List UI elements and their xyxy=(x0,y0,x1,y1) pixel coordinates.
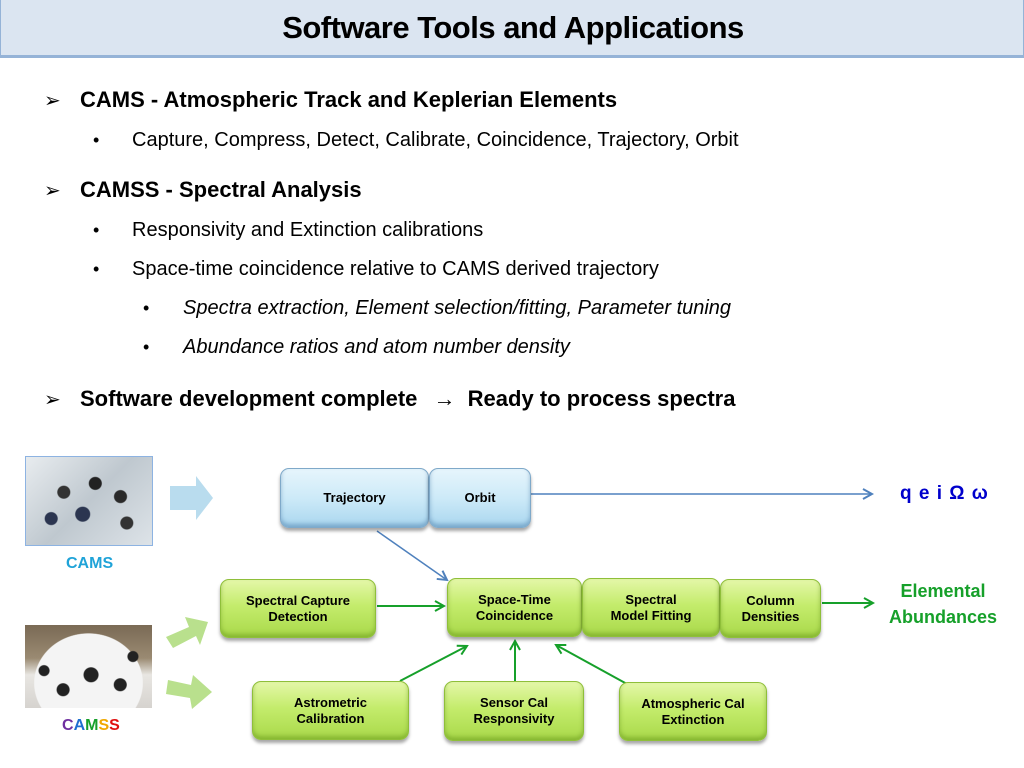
box-label: Spectral xyxy=(625,591,677,607)
atmospheric-to-coincidence-arrow xyxy=(556,645,628,685)
box-label: Orbit xyxy=(464,490,496,505)
box-label: Column xyxy=(746,592,795,608)
box-label: Model Fitting xyxy=(610,607,692,623)
diagram-connectors xyxy=(166,476,1024,709)
elemental-abundances-output: Elemental Abundances xyxy=(880,578,1006,630)
box-label: Responsivity xyxy=(473,711,555,726)
box-label: Densities xyxy=(741,608,800,624)
box-label: Calibration xyxy=(296,710,365,726)
sensor-cal-box: Sensor Cal Responsivity xyxy=(444,681,584,741)
astrometric-to-coincidence-arrow xyxy=(399,646,467,682)
box-label: Coincidence xyxy=(475,607,554,623)
camss-block-arrow-icon xyxy=(166,617,208,648)
box-label: Extinction xyxy=(661,711,725,727)
space-time-box: Space-Time Coincidence xyxy=(447,578,582,637)
column-densities-box: Column Densities xyxy=(720,579,821,638)
box-label: Trajectory xyxy=(323,490,386,505)
astrometric-box: Astrometric Calibration xyxy=(252,681,409,740)
box-label: Sensor Cal xyxy=(480,695,548,710)
spectral-capture-box: Spectral Capture Detection xyxy=(220,579,376,638)
output-line: Elemental xyxy=(900,581,986,601)
orbital-elements-output: q e i Ω ω xyxy=(900,483,989,504)
atmospheric-cal-box: Atmospheric Cal Extinction xyxy=(619,682,767,741)
camss-block-arrow-icon xyxy=(166,675,212,709)
box-label: Atmospheric Cal xyxy=(641,695,745,711)
cams-block-arrow-icon xyxy=(170,476,213,520)
orbit-box: Orbit xyxy=(429,468,531,528)
box-label: Spectral Capture xyxy=(245,592,351,608)
spectral-model-box: Spectral Model Fitting xyxy=(582,578,720,637)
trajectory-box: Trajectory xyxy=(280,468,429,528)
box-label: Space-Time xyxy=(478,591,551,607)
box-label: Detection xyxy=(268,608,328,624)
box-label: Astrometric xyxy=(294,694,367,710)
output-line: Abundances xyxy=(888,607,998,627)
trajectory-to-coincidence-arrow xyxy=(376,530,447,580)
